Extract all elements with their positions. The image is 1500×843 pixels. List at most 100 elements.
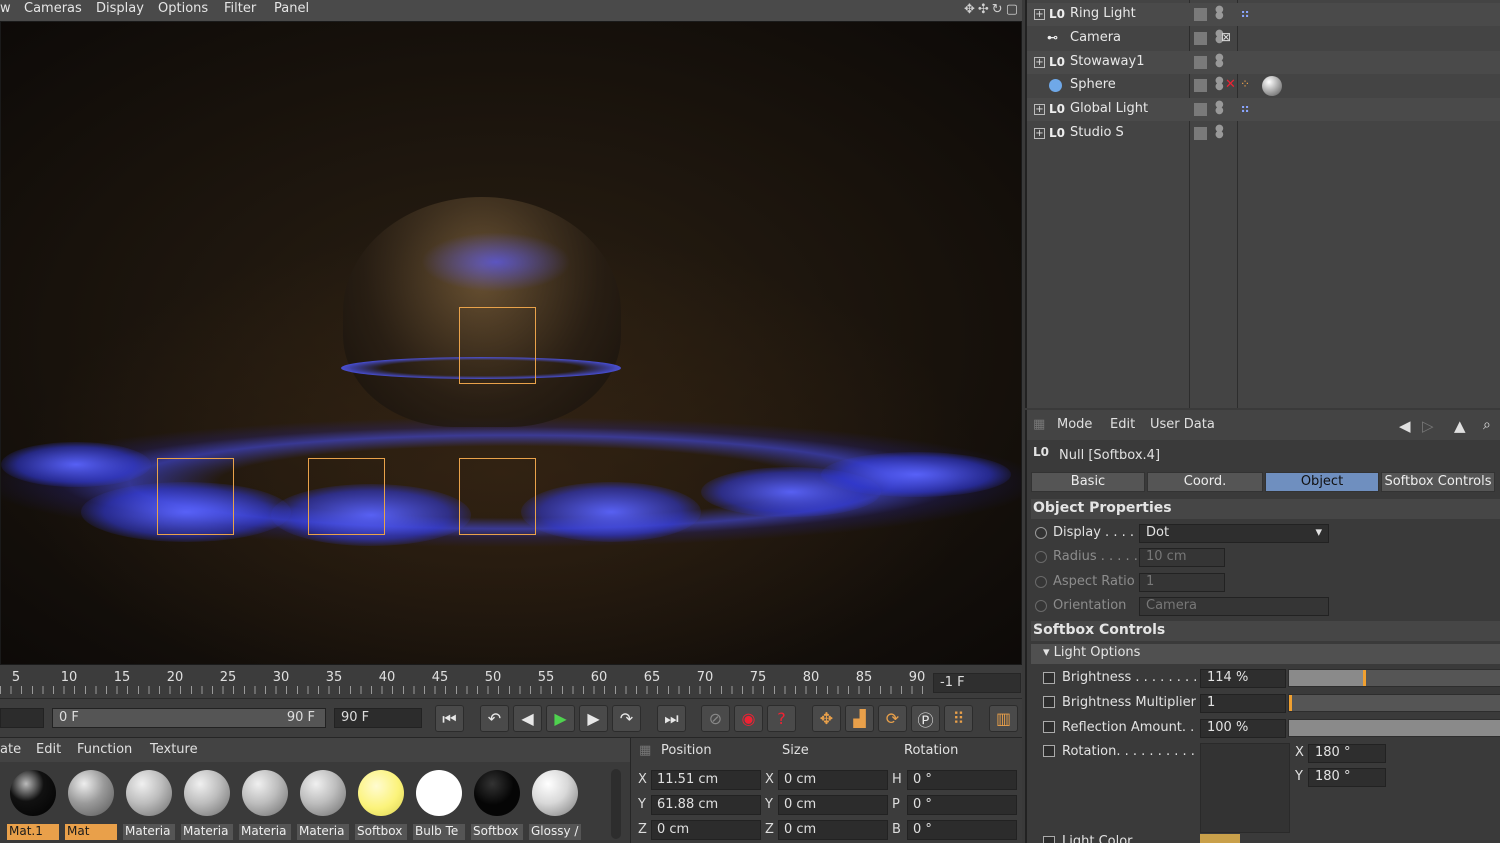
layer-icon[interactable]	[1194, 8, 1207, 21]
menu-mode[interactable]: Mode	[1057, 417, 1092, 432]
material-swatch[interactable]: Materia	[181, 767, 233, 840]
menu-create[interactable]: ate	[0, 742, 21, 757]
material-swatch[interactable]: Mat	[65, 767, 117, 840]
object-name[interactable]: Sphere	[1070, 77, 1116, 92]
rotate-icon[interactable]: ⟳	[878, 705, 907, 732]
menu-edit[interactable]: Edit	[36, 742, 61, 757]
reflection-amount-field[interactable]: 100 %	[1200, 719, 1286, 738]
maximize-icon[interactable]: ▢	[1006, 2, 1018, 17]
keyframe-icon[interactable]	[1043, 721, 1055, 733]
visibility-dots-icon[interactable]: ● ●	[1215, 53, 1224, 69]
target-tag-icon[interactable]: ⊠	[1221, 30, 1231, 44]
go-to-start-icon[interactable]: ⏮	[435, 705, 464, 732]
menu-edit[interactable]: Edit	[1110, 417, 1135, 432]
display-dropdown[interactable]: Dot ▾	[1139, 524, 1329, 543]
menu-function[interactable]: Function	[77, 742, 132, 757]
previous-frame-icon[interactable]: ◀	[513, 705, 542, 732]
disabled-x-icon[interactable]: ✕	[1225, 77, 1236, 92]
pos-y-field[interactable]: 61.88 cm	[651, 795, 761, 815]
point-level-icon[interactable]: ⠿	[944, 705, 973, 732]
expand-icon[interactable]: +	[1034, 57, 1045, 68]
object-name[interactable]: Camera	[1070, 30, 1121, 45]
material-swatch[interactable]: Materia	[239, 767, 291, 840]
forward-arrow-icon[interactable]: ▷	[1422, 417, 1434, 435]
rot-x-field[interactable]: 180 °	[1308, 744, 1386, 763]
go-to-end-icon[interactable]: ⏭	[657, 705, 686, 732]
size-x-field[interactable]: 0 cm	[778, 770, 888, 790]
tab-softbox-controls[interactable]: Softbox Controls	[1381, 472, 1495, 492]
size-z-field[interactable]: 0 cm	[778, 820, 888, 840]
reflection-slider[interactable]	[1288, 719, 1500, 737]
expand-icon[interactable]: +	[1034, 128, 1045, 139]
parameter-icon[interactable]: Ⓟ	[911, 705, 940, 732]
next-key-icon[interactable]: ↷	[612, 705, 641, 732]
object-row[interactable]: + L0 Global Light ● ● ⠶	[1027, 98, 1500, 121]
material-swatch[interactable]: Mat.1	[7, 767, 59, 840]
pos-z-field[interactable]: 0 cm	[651, 820, 761, 840]
size-y-field[interactable]: 0 cm	[778, 795, 888, 815]
material-swatch[interactable]: Glossy /	[529, 767, 581, 840]
layer-icon[interactable]	[1194, 127, 1207, 140]
softbox-selection-box[interactable]	[308, 458, 385, 535]
menu-w[interactable]: w	[0, 1, 11, 16]
object-name[interactable]: Studio S	[1070, 125, 1124, 140]
material-scrollbar[interactable]	[611, 769, 621, 839]
expand-icon[interactable]: +	[1034, 104, 1045, 115]
layer-icon[interactable]	[1194, 79, 1207, 92]
visibility-dots-icon[interactable]: ● ●	[1215, 124, 1224, 140]
slider-knob[interactable]	[1289, 695, 1292, 711]
up-arrow-icon[interactable]: ▲	[1454, 417, 1466, 435]
phong-tag-icon[interactable]: ⁘	[1240, 77, 1250, 91]
object-name[interactable]: Stowaway1	[1070, 54, 1144, 69]
play-icon[interactable]: ▶	[546, 705, 575, 732]
softbox-selection-box[interactable]	[157, 458, 234, 535]
back-arrow-icon[interactable]: ◀	[1399, 417, 1411, 435]
tab-basic[interactable]: Basic	[1031, 472, 1145, 492]
material-swatch[interactable]: Materia	[297, 767, 349, 840]
autokey-icon[interactable]: ?	[767, 705, 796, 732]
keyframe-icon[interactable]	[1043, 672, 1055, 684]
object-name[interactable]: Global Light	[1070, 101, 1148, 116]
pan-icon[interactable]: ✣	[978, 2, 989, 17]
material-swatch[interactable]: Softbox	[355, 767, 407, 840]
expand-icon[interactable]: +	[1034, 9, 1045, 20]
softbox-selection-box[interactable]	[459, 458, 536, 535]
layer-icon[interactable]	[1194, 103, 1207, 116]
material-swatch[interactable]: Softbox	[471, 767, 523, 840]
keyframe-icon[interactable]	[1043, 745, 1055, 757]
visibility-dots-icon[interactable]: ● ●	[1215, 5, 1224, 21]
object-row[interactable]: + L0 Studio S ● ●	[1027, 122, 1500, 145]
rotate-view-icon[interactable]: ↻	[992, 2, 1003, 17]
softbox-selection-box[interactable]	[459, 307, 536, 384]
menu-display[interactable]: Display	[96, 1, 144, 16]
previous-key-icon[interactable]: ↶	[480, 705, 509, 732]
start-frame-field[interactable]	[0, 708, 44, 728]
menu-filter[interactable]: Filter	[224, 1, 256, 16]
rotation-widget[interactable]	[1200, 743, 1290, 833]
layer-icon[interactable]	[1194, 56, 1207, 69]
tag-icon[interactable]: ⠶	[1240, 101, 1250, 117]
rot-p-field[interactable]: 0 °	[907, 795, 1017, 815]
menu-cameras[interactable]: Cameras	[24, 1, 82, 16]
move-icon[interactable]: ✥	[812, 705, 841, 732]
3d-viewport[interactable]	[0, 21, 1022, 665]
menu-panel[interactable]: Panel	[274, 1, 309, 16]
max-frame-field[interactable]: 90 F	[334, 708, 422, 728]
material-tag-icon[interactable]	[1262, 76, 1282, 96]
material-swatch[interactable]: Materia	[123, 767, 175, 840]
tab-coord[interactable]: Coord.	[1147, 472, 1263, 492]
slider-knob[interactable]	[1363, 670, 1367, 686]
brightness-field[interactable]: 114 %	[1200, 669, 1286, 688]
multiplier-slider[interactable]	[1288, 694, 1500, 712]
rot-b-field[interactable]: 0 °	[907, 820, 1017, 840]
object-row[interactable]: + L0 Ring Light ● ● ⠶	[1027, 3, 1500, 26]
object-row[interactable]: ⊷ Camera ● ● ⊠	[1027, 27, 1500, 50]
visibility-dots-icon[interactable]: ● ●	[1215, 76, 1224, 92]
menu-user-data[interactable]: User Data	[1150, 417, 1215, 432]
object-name[interactable]: Ring Light	[1070, 6, 1136, 21]
object-row[interactable]: Sphere ● ● ✕ ⁘	[1027, 74, 1500, 97]
light-color-swatch[interactable]	[1200, 834, 1240, 843]
tab-object[interactable]: Object	[1265, 472, 1379, 492]
material-swatch[interactable]: Bulb Te	[413, 767, 465, 840]
rot-h-field[interactable]: 0 °	[907, 770, 1017, 790]
